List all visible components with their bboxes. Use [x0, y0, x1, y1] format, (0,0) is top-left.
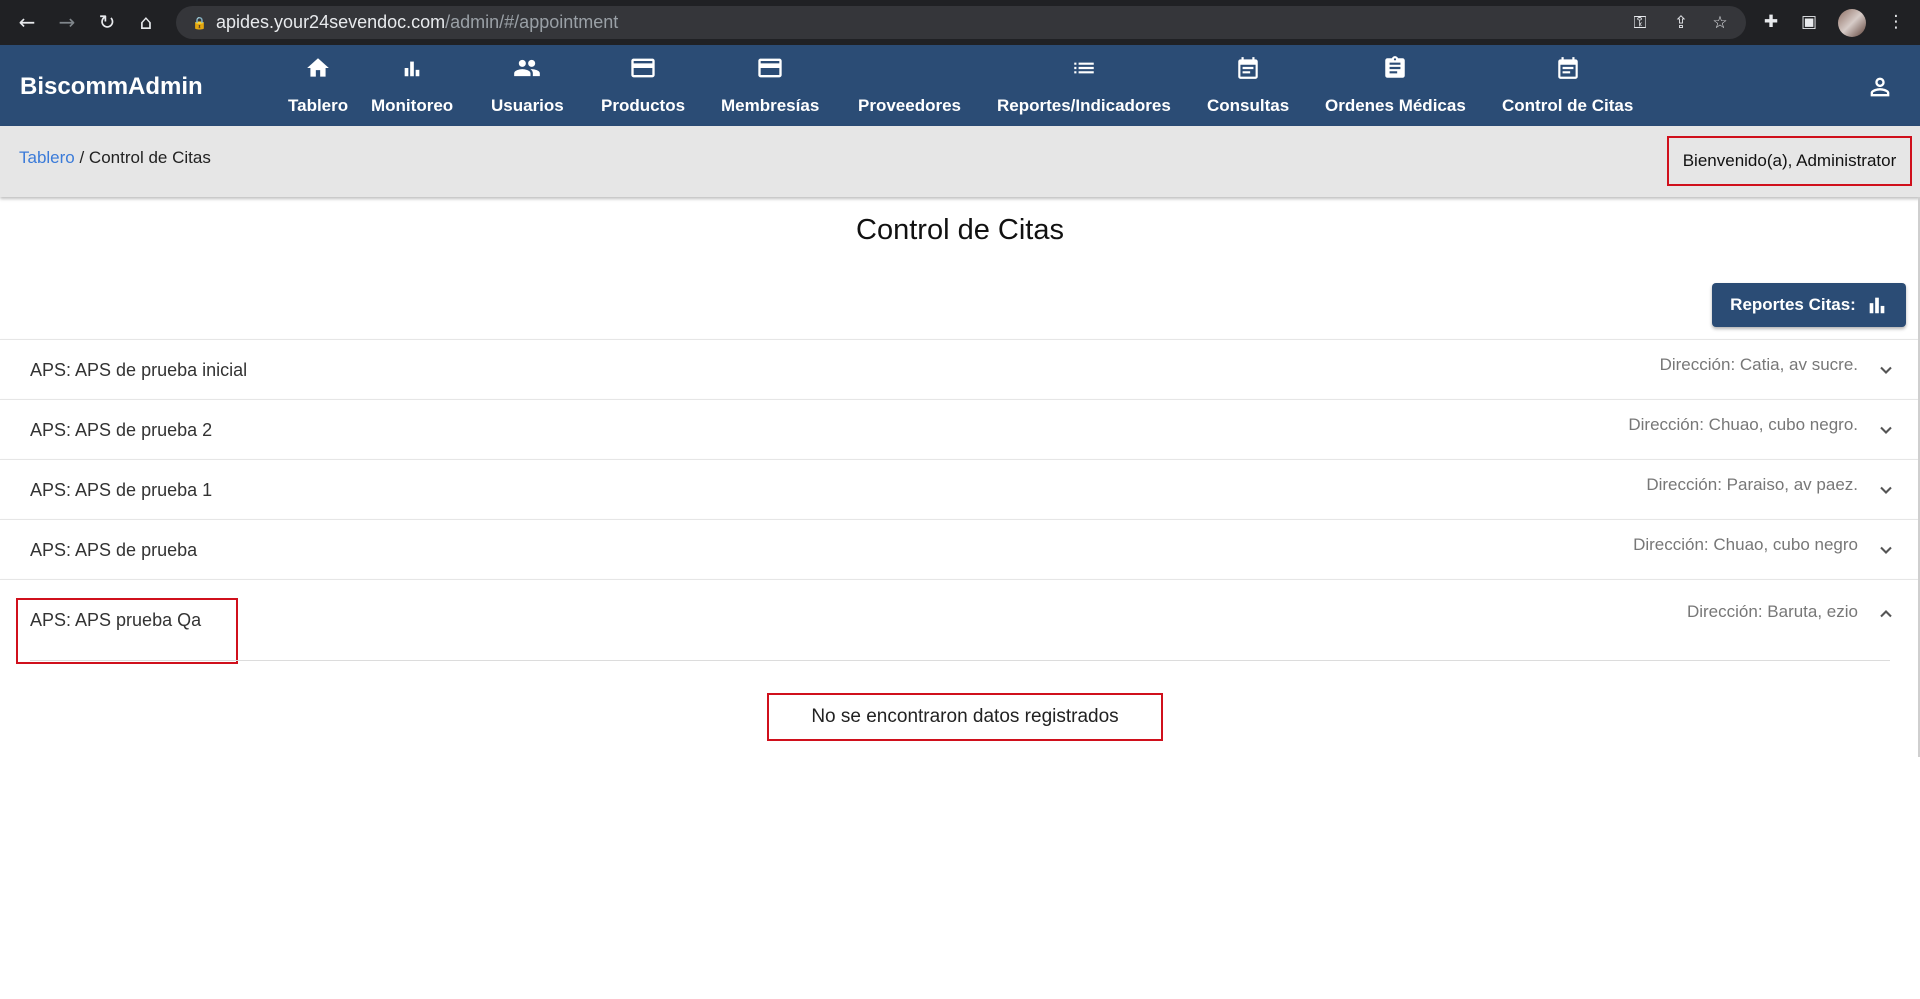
nav-label: Productos: [601, 96, 686, 115]
empty-data-message: No se encontraron datos registrados: [767, 693, 1163, 741]
chevron-down-icon[interactable]: [1876, 540, 1896, 560]
nav-ordenes-medicas[interactable]: Ordenes Médicas: [1325, 45, 1466, 126]
more-menu-icon[interactable]: ⋮: [1885, 11, 1907, 33]
reportes-citas-button[interactable]: Reportes Citas:: [1712, 283, 1906, 327]
nav-proveedores[interactable]: Proveedores: [858, 45, 961, 126]
aps-address: Dirección: Chuao, cubo negro: [1633, 535, 1858, 554]
aps-name-highlight: APS: APS prueba Qa: [16, 598, 238, 664]
nav-label: Monitoreo: [371, 96, 454, 115]
url-text[interactable]: apides.your24sevendoc.com/admin/#/appoin…: [216, 12, 618, 33]
aps-address: Dirección: Baruta, ezio: [1686, 602, 1858, 621]
aps-name: APS: APS de prueba 1: [30, 480, 213, 500]
nav-label: Tablero: [288, 96, 349, 115]
credit-card-icon: [755, 53, 785, 83]
panel-divider: [30, 660, 1890, 661]
breadcrumb-current: / Control de Citas: [74, 148, 211, 167]
browser-toolbar: ← → ↻ ⌂ 🔒 apides.your24sevendoc.com/admi…: [0, 0, 1920, 45]
share-icon[interactable]: ⇪: [1670, 12, 1692, 34]
aps-address: Dirección: Paraiso, av paez.: [1646, 475, 1858, 494]
nav-control-de-citas[interactable]: Control de Citas: [1502, 45, 1633, 126]
chevron-up-icon[interactable]: [1876, 604, 1896, 624]
aps-panel[interactable]: APS: APS de prueba 2 Dirección: Chuao, c…: [0, 399, 1920, 459]
breadcrumb-bar: Tablero / Control de Citas Bienvenido(a)…: [0, 126, 1920, 197]
aps-name: APS: APS de prueba 2: [30, 420, 213, 440]
nav-label: Consultas: [1207, 96, 1290, 115]
credit-card-icon: [628, 53, 658, 83]
page-title: Control de Citas: [856, 214, 1064, 246]
aps-panel[interactable]: APS: APS de prueba 1 Dirección: Paraiso,…: [0, 459, 1920, 519]
forward-arrow-icon[interactable]: →: [56, 11, 78, 33]
clipboard-icon: [1380, 53, 1410, 83]
aps-panel-expanded[interactable]: APS: APS prueba Qa Dirección: Baruta, ez…: [0, 579, 1920, 999]
aps-address: Dirección: Chuao, cubo negro.: [1628, 415, 1858, 434]
key-icon[interactable]: ⚿: [1629, 12, 1651, 34]
chevron-down-icon[interactable]: [1876, 480, 1896, 500]
side-panel-icon[interactable]: ▣: [1798, 11, 1820, 33]
nav-monitoreo[interactable]: Monitoreo: [371, 45, 453, 126]
nav-productos[interactable]: Productos: [601, 45, 685, 126]
extensions-icon[interactable]: ✚: [1760, 11, 1782, 33]
home-icon: [303, 53, 333, 83]
nav-label: Ordenes Médicas: [1325, 96, 1466, 115]
people-icon: [512, 53, 542, 83]
aps-name: APS: APS prueba Qa: [30, 610, 202, 630]
nav-label: Reportes/Indicadores: [997, 96, 1171, 115]
calendar-icon: [1553, 53, 1583, 83]
aps-panel-list: APS: APS de prueba inicial Dirección: Ca…: [0, 339, 1920, 999]
nav-reportes-indicadores[interactable]: Reportes/Indicadores: [997, 45, 1171, 126]
brand-title: BiscommAdmin: [20, 73, 203, 100]
reload-icon[interactable]: ↻: [96, 11, 118, 33]
nav-label: Control de Citas: [1502, 96, 1634, 115]
breadcrumb: Tablero / Control de Citas: [19, 148, 211, 168]
profile-avatar[interactable]: [1838, 9, 1866, 37]
aps-name: APS: APS de prueba inicial: [30, 360, 248, 380]
bookmark-star-icon[interactable]: ☆: [1709, 12, 1731, 34]
account-icon[interactable]: [1866, 73, 1894, 101]
calendar-icon: [1233, 53, 1263, 83]
nav-membresias[interactable]: Membresías: [721, 45, 819, 126]
aps-panel[interactable]: APS: APS de prueba inicial Dirección: Ca…: [0, 339, 1920, 399]
aps-address: Dirección: Catia, av sucre.: [1659, 355, 1858, 374]
chevron-down-icon[interactable]: [1876, 360, 1896, 380]
aps-name: APS: APS de prueba: [30, 540, 198, 560]
nav-tablero[interactable]: Tablero: [288, 45, 348, 126]
bar-chart-icon: [1866, 294, 1888, 316]
nav-usuarios[interactable]: Usuarios: [491, 45, 564, 126]
reportes-citas-label: Reportes Citas:: [1730, 295, 1856, 314]
chevron-down-icon[interactable]: [1876, 420, 1896, 440]
home-icon[interactable]: ⌂: [135, 11, 157, 33]
breadcrumb-link-tablero[interactable]: Tablero: [19, 148, 75, 167]
lock-icon: 🔒: [192, 15, 207, 30]
aps-panel[interactable]: APS: APS de prueba Dirección: Chuao, cub…: [0, 519, 1920, 579]
address-bar[interactable]: 🔒 apides.your24sevendoc.com/admin/#/appo…: [176, 6, 1746, 39]
nav-label: Proveedores: [858, 96, 961, 115]
nav-consultas[interactable]: Consultas: [1207, 45, 1289, 126]
back-arrow-icon[interactable]: ←: [16, 11, 38, 33]
nav-label: Usuarios: [491, 96, 564, 115]
list-icon: [1069, 53, 1099, 83]
bar-chart-icon: [397, 53, 427, 83]
app-header: BiscommAdmin Tablero Monitoreo Usuarios …: [0, 45, 1920, 126]
welcome-message: Bienvenido(a), Administrator: [1667, 136, 1912, 186]
nav-label: Membresías: [721, 96, 820, 115]
